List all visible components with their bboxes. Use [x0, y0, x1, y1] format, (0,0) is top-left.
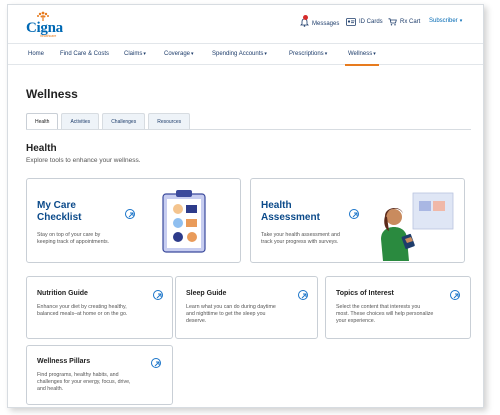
page-title: Wellness — [26, 87, 78, 101]
card-desc-line2: keeping track of appointments. — [37, 239, 110, 245]
nav-prescriptions-label: Prescriptions — [289, 51, 324, 57]
messages-icon-wrap — [300, 15, 312, 29]
tab-resources[interactable]: Resources — [148, 113, 191, 129]
rx-cart-link[interactable]: Rx Cart — [388, 18, 420, 26]
card-title: Health Assessment — [261, 200, 320, 224]
card-desc-line3: deserve. — [186, 318, 207, 324]
card-description: Select the content that interests you mo… — [336, 304, 433, 325]
id-cards-label: ID Cards — [359, 19, 383, 25]
cart-icon — [388, 18, 397, 26]
card-title-line1: My Care — [37, 200, 76, 211]
card-health-assessment[interactable]: Health Assessment Take your health asses… — [250, 178, 465, 263]
caret-icon: ▾ — [191, 51, 194, 57]
app-window: Cigna healthcare Messages ID Cards Rx Ca… — [7, 4, 484, 408]
card-my-care-checklist[interactable]: My Care Checklist Stay on top of your ca… — [26, 178, 241, 263]
nav-find-care[interactable]: Find Care & Costs — [60, 44, 109, 65]
messages-link[interactable]: Messages — [300, 15, 340, 29]
card-desc-line1: Learn what you can do during daytime — [186, 304, 276, 310]
nav-find-care-label: Find Care & Costs — [60, 51, 110, 57]
card-sleep-guide[interactable]: Sleep Guide Learn what you can do during… — [175, 276, 318, 339]
woman-with-tablet-illustration — [381, 192, 454, 261]
nav-claims-label: Claims — [124, 51, 143, 57]
tab-challenges[interactable]: Challenges — [102, 113, 146, 129]
card-title: Sleep Guide — [186, 290, 227, 297]
id-cards-link[interactable]: ID Cards — [346, 18, 383, 26]
card-desc-line2: and nighttime to get the sleep you — [186, 311, 266, 317]
nav-wellness[interactable]: Wellness▾ — [345, 44, 379, 66]
card-description: Find programs, healthy habits, and chall… — [37, 372, 131, 393]
nav-coverage-label: Coverage — [164, 51, 191, 57]
card-title-line1: Health — [261, 200, 292, 211]
tab-activities[interactable]: Activities — [61, 113, 100, 129]
chevron-down-icon: ▾ — [459, 18, 463, 24]
caret-icon: ▾ — [373, 51, 376, 57]
arrow-up-right-icon[interactable] — [298, 290, 308, 300]
tab-health[interactable]: Health — [26, 113, 59, 129]
card-desc-line3: your experience. — [336, 318, 376, 324]
nav-home[interactable]: Home — [28, 44, 44, 65]
section-title: Health — [26, 143, 57, 154]
card-title: My Care Checklist — [37, 200, 81, 224]
card-title-line2: Checklist — [37, 212, 82, 223]
wellness-tabs: Health Activities Challenges Resources — [26, 113, 191, 129]
arrow-up-right-icon[interactable] — [349, 209, 359, 219]
arrow-up-right-icon[interactable] — [125, 209, 135, 219]
arrow-up-right-icon[interactable] — [151, 358, 161, 368]
card-desc-line1: Select the content that interests you — [336, 304, 421, 310]
card-desc-line2: most. These choices will help personaliz… — [336, 311, 434, 317]
main-nav: Home Find Care & Costs Claims▾ Coverage▾… — [8, 43, 483, 66]
cigna-logo[interactable]: Cigna healthcare — [26, 11, 63, 39]
card-nutrition-guide[interactable]: Nutrition Guide Enhance your diet by cre… — [26, 276, 173, 339]
card-title: Topics of Interest — [336, 290, 394, 297]
card-desc-line3: and health. — [37, 386, 64, 392]
rx-cart-label: Rx Cart — [400, 19, 421, 25]
nav-prescriptions[interactable]: Prescriptions▾ — [289, 44, 327, 65]
card-desc-line1: Stay on top of your care by — [37, 232, 101, 238]
nav-coverage[interactable]: Coverage▾ — [164, 44, 194, 65]
nav-spending-accounts[interactable]: Spending Accounts▾ — [212, 44, 267, 65]
arrow-up-right-icon[interactable] — [450, 290, 460, 300]
clipboard-illustration — [162, 190, 206, 253]
nav-wellness-label: Wellness — [348, 51, 373, 57]
notification-badge — [303, 15, 308, 20]
card-title: Wellness Pillars — [37, 358, 91, 365]
caret-icon: ▾ — [324, 51, 328, 57]
card-description: Enhance your diet by creating healthy, b… — [37, 304, 127, 318]
caret-icon: ▾ — [143, 51, 146, 57]
card-description: Stay on top of your care by keeping trac… — [37, 232, 109, 246]
card-title: Nutrition Guide — [37, 290, 88, 297]
messages-label: Messages — [312, 20, 340, 27]
nav-spending-label: Spending Accounts — [212, 51, 264, 57]
top-header: Cigna healthcare Messages ID Cards Rx Ca… — [8, 5, 483, 43]
card-description: Take your health assessment and track yo… — [261, 232, 340, 246]
card-topics-of-interest[interactable]: Topics of Interest Select the content th… — [325, 276, 471, 339]
account-menu[interactable]: Subscriber ▾ — [429, 18, 462, 24]
card-desc-line2: balanced meals–at home or on the go. — [37, 311, 128, 317]
section-subtitle: Explore tools to enhance your wellness. — [26, 157, 141, 164]
brand-sub: healthcare — [40, 34, 57, 38]
card-desc-line1: Enhance your diet by creating healthy, — [37, 304, 127, 310]
caret-icon: ▾ — [264, 51, 267, 57]
arrow-up-right-icon[interactable] — [153, 290, 163, 300]
card-desc-line2: challenges for your energy, focus, drive… — [37, 379, 131, 385]
nav-home-label: Home — [28, 51, 45, 57]
id-card-icon — [346, 18, 356, 26]
card-desc-line1: Find programs, healthy habits, and — [37, 372, 119, 378]
card-desc-line2: track your progress with surveys. — [261, 239, 339, 245]
account-label: Subscriber — [429, 18, 458, 24]
card-title-line2: Assessment — [261, 212, 320, 223]
card-description: Learn what you can do during daytime and… — [186, 304, 276, 325]
tab-divider — [26, 129, 471, 130]
nav-claims[interactable]: Claims▾ — [124, 44, 146, 65]
card-wellness-pillars[interactable]: Wellness Pillars Find programs, healthy … — [26, 345, 173, 405]
card-desc-line1: Take your health assessment and — [261, 232, 340, 238]
